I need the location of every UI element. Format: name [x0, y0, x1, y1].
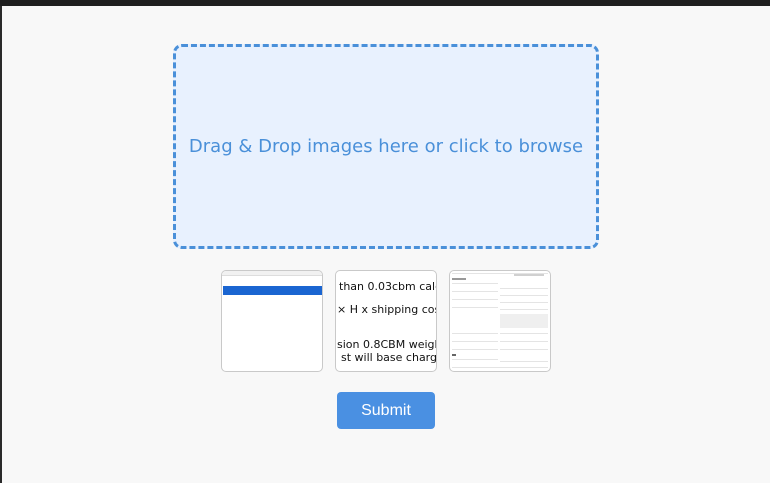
thumbnail-image-2[interactable]: than 0.03cbm calc × H x shipping cos sio…: [335, 270, 437, 372]
submit-button[interactable]: Submit: [337, 392, 435, 429]
thumbnail-text-line: × H x shipping cos: [337, 303, 437, 316]
window-top-bar: [0, 0, 770, 6]
thumbnail-form-preview: [450, 271, 550, 371]
thumbnail-browser-strip: [222, 271, 322, 276]
drop-zone-instructions: Drag & Drop images here or click to brow…: [188, 136, 584, 157]
thumbnail-text-line: sion 0.8CBM weigh: [337, 338, 437, 351]
image-drop-zone[interactable]: Drag & Drop images here or click to brow…: [173, 44, 599, 249]
thumbnail-blue-bar: [223, 286, 322, 295]
thumbnail-text-line: st will base charge: [341, 351, 437, 364]
thumbnail-image-3[interactable]: [449, 270, 551, 372]
window-left-edge: [0, 6, 2, 483]
thumbnail-image-1[interactable]: [221, 270, 323, 372]
thumbnail-text-line: than 0.03cbm calc: [339, 280, 437, 293]
